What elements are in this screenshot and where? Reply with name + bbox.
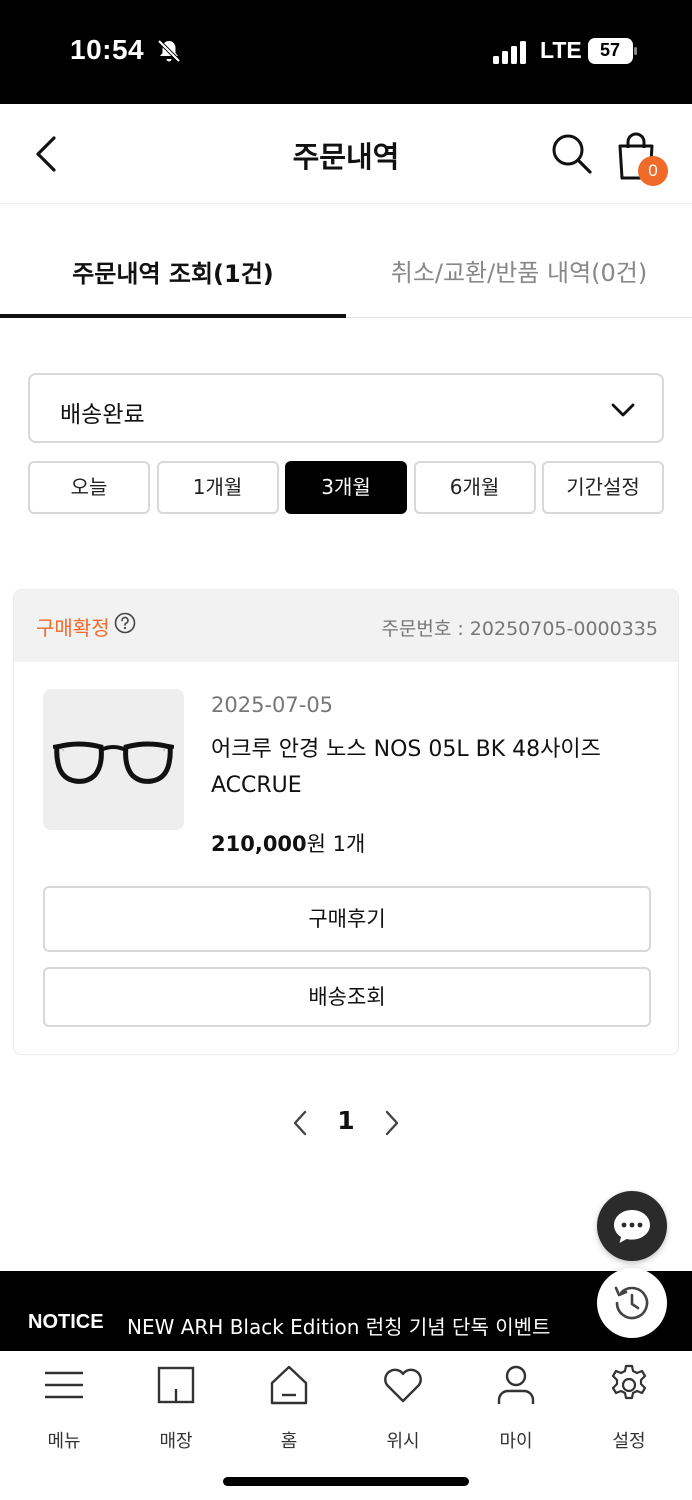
notice-text[interactable]: NEW ARH Black Edition 런칭 기념 단독 이벤트 [127,1311,550,1340]
chat-icon [614,1210,650,1243]
app-header: 주문내역 [0,104,692,204]
nav-wish-label: 위시 [386,1431,420,1452]
order-status-value: 배송완료 [60,402,145,428]
order-status-select[interactable]: 배송완료 [28,373,664,443]
help-icon[interactable] [114,612,136,634]
bell-muted-icon [157,39,181,63]
gear-icon [611,1364,647,1400]
glasses-image [53,741,174,784]
period-6month-button[interactable]: 6개월 [413,461,536,514]
nav-settings-label: 설정 [612,1431,646,1452]
status-bar: 10:54 LTE 57 [0,0,692,104]
nav-store[interactable]: 매장 [126,1363,226,1463]
cart-count-badge: 0 [638,156,668,186]
signal-icon [493,41,526,64]
product-name[interactable]: 어크루 안경 노스 NOS 05L BK 48사이즈 ACCRUE [211,732,651,804]
period-custom-button[interactable]: 기간설정 [542,461,664,514]
person-icon [497,1365,535,1404]
home-indicator [223,1477,469,1486]
nav-settings[interactable]: 설정 [579,1363,679,1463]
nav-store-label: 매장 [159,1431,193,1452]
chevron-right-icon[interactable] [378,1108,406,1138]
heart-icon [384,1368,422,1403]
product-image[interactable] [43,689,184,830]
history-icon [614,1286,649,1320]
nav-my-label: 마이 [499,1431,533,1452]
search-icon[interactable] [548,130,596,178]
nav-menu-label: 메뉴 [47,1431,81,1452]
menu-icon [45,1371,83,1399]
notice-bar[interactable]: NOTICE NEW ARH Black Edition 런칭 기념 단독 이벤… [0,1271,692,1351]
chat-button[interactable] [597,1191,667,1261]
period-filter: 오늘 1개월 3개월 6개월 기간설정 [28,461,664,514]
notice-label: NOTICE [28,1311,104,1333]
tab-cancel-return-history[interactable]: 취소/교환/반품 내역(0건) [346,226,692,318]
pagination: 1 [0,1100,692,1146]
delivery-tracking-button[interactable]: 배송조회 [43,967,651,1027]
price-amount: 210,000 [211,832,307,856]
tab-order-history[interactable]: 주문내역 조회(1건) [0,226,346,318]
nav-home[interactable]: 홈 [239,1363,339,1463]
nav-menu[interactable]: 메뉴 [14,1363,114,1463]
order-card-header: 구매확정 주문번호 : 20250705-0000335 [14,590,678,662]
store-icon [157,1366,195,1404]
chevron-left-icon[interactable] [286,1108,314,1138]
nav-wish[interactable]: 위시 [353,1363,453,1463]
period-1month-button[interactable]: 1개월 [156,461,279,514]
nav-home-label: 홈 [280,1431,298,1452]
status-time: 10:54 [70,34,145,65]
network-type: LTE [540,37,582,63]
battery-level: 57 [599,40,621,60]
period-3month-button[interactable]: 3개월 [285,461,407,514]
product-price: 210,000원 1개 [211,828,365,858]
order-card: 구매확정 주문번호 : 20250705-0000335 2025-07-05 … [13,589,679,1055]
order-tabs: 주문내역 조회(1건) 취소/교환/반품 내역(0건) [0,226,692,318]
home-icon [270,1365,308,1405]
price-unit: 원 [306,832,326,856]
nav-my[interactable]: 마이 [466,1363,566,1463]
purchase-confirmed-label: 구매확정 [36,616,110,640]
order-date: 2025-07-05 [211,693,334,717]
chevron-down-icon [611,403,635,417]
quantity: 1개 [332,832,366,856]
review-button[interactable]: 구매후기 [43,886,651,952]
period-today-button[interactable]: 오늘 [28,461,150,514]
recent-history-button[interactable] [597,1268,667,1338]
page-number-current[interactable]: 1 [334,1106,358,1135]
order-number: 주문번호 : 20250705-0000335 [381,618,658,640]
